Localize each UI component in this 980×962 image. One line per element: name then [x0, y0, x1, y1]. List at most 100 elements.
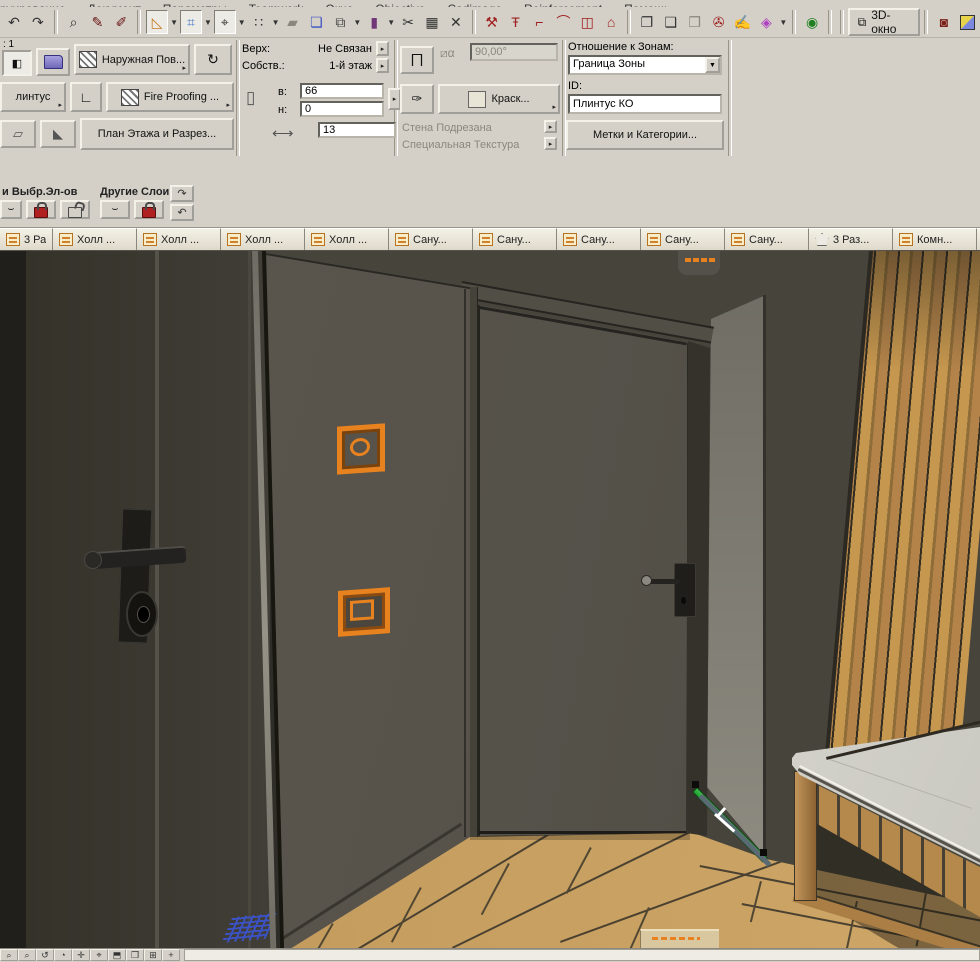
view-tab[interactable]: Холл ...: [53, 228, 137, 250]
layers-icon[interactable]: ⧉: [329, 10, 352, 34]
center-door-handle-plate[interactable]: [674, 563, 696, 617]
sprinkler-tool-icon[interactable]: Ŧ: [504, 10, 527, 34]
dropdown-arrow-icon[interactable]: ▼: [778, 10, 788, 34]
horizontal-scrollbar[interactable]: [184, 949, 980, 961]
dropdown-arrow-icon[interactable]: ▼: [271, 10, 281, 34]
zone-relation-select[interactable]: Граница Зоны ▼: [568, 55, 722, 75]
wall-shape-straight-button[interactable]: ▱: [0, 120, 36, 148]
kraska-button[interactable]: Краск... ▸: [438, 84, 560, 114]
wall-socket[interactable]: [337, 423, 385, 475]
dropdown-arrow-icon[interactable]: ▼: [386, 10, 396, 34]
bench-leg[interactable]: [794, 771, 817, 901]
trace-reference-icon[interactable]: ▰: [281, 10, 304, 34]
view-tab[interactable]: Сану...: [389, 228, 473, 250]
schedule-icon[interactable]: ▦: [421, 10, 443, 34]
snap-guides-toggle[interactable]: ⌗: [180, 10, 202, 34]
add-view-icon[interactable]: +: [162, 949, 180, 961]
view-tab[interactable]: Холл ...: [137, 228, 221, 250]
width-field[interactable]: [318, 122, 396, 138]
dropdown-arrow-icon[interactable]: ▼: [237, 10, 247, 34]
base-field[interactable]: [300, 101, 384, 117]
paint-bucket-button[interactable]: ◧: [2, 50, 32, 76]
view-tab[interactable]: Сану...: [725, 228, 809, 250]
view-tab[interactable]: Сану...: [473, 228, 557, 250]
note-icon[interactable]: ✍: [731, 10, 754, 34]
grid-icon[interactable]: ⊞: [144, 949, 162, 961]
previous-zoom-icon[interactable]: ↺: [36, 949, 54, 961]
pin-icon[interactable]: ✇: [707, 10, 730, 34]
wall-trimmed-arrow-button[interactable]: ▸: [544, 120, 557, 133]
layers-redo-button[interactable]: ↷: [170, 185, 194, 202]
guide-lines-toggle[interactable]: ◺: [146, 10, 169, 34]
tags-categories-button[interactable]: Метки и Категории...: [566, 120, 724, 150]
unlock-layer-button[interactable]: [60, 200, 90, 219]
id-field[interactable]: [568, 94, 722, 114]
fire-proofing-button[interactable]: Fire Proofing ... ▸: [106, 82, 234, 112]
view-tab[interactable]: Сану...: [641, 228, 725, 250]
view-tab[interactable]: Холл ...: [305, 228, 389, 250]
marquee-tool-icon[interactable]: ◫: [576, 10, 599, 34]
flip-button[interactable]: ↻: [194, 44, 232, 75]
dropdown-arrow-icon[interactable]: ▼: [352, 10, 362, 34]
solid-intersect-icon[interactable]: ❒: [683, 10, 706, 34]
undo-icon[interactable]: ↶: [3, 10, 25, 34]
hammer-tool-icon[interactable]: ⚒: [480, 10, 503, 34]
pan-icon[interactable]: ✛: [72, 949, 90, 961]
dropdown-arrow-icon[interactable]: ▼: [169, 10, 179, 34]
outer-surface-button[interactable]: Наружная Пов... ▸: [74, 44, 190, 75]
fit-in-window-icon[interactable]: ❒: [126, 949, 144, 961]
dropdown-arrow-icon[interactable]: ▼: [705, 57, 720, 73]
show-layer-button[interactable]: ⌣: [0, 200, 22, 219]
solid-union-icon[interactable]: ❐: [635, 10, 658, 34]
view-tab[interactable]: Холл ...: [221, 228, 305, 250]
cube-icon[interactable]: [956, 10, 979, 34]
reference-line-button[interactable]: ∟: [70, 82, 102, 112]
arc-tool-icon[interactable]: ⌒: [552, 10, 575, 34]
target-icon[interactable]: ◉: [801, 10, 824, 34]
view-tab[interactable]: Комн...: [893, 228, 977, 250]
check-model-icon[interactable]: ◈: [755, 10, 778, 34]
cursor-snap-toggle[interactable]: ⌖: [213, 10, 236, 34]
vent-marker[interactable]: [678, 251, 720, 275]
layers-undo-button[interactable]: ↶: [170, 204, 194, 221]
wall-top-button[interactable]: ⨅: [400, 46, 434, 74]
virtual-trace-icon[interactable]: ❏: [305, 10, 328, 34]
home-story-arrow-button[interactable]: ▸: [376, 58, 389, 73]
solid-subtract-icon[interactable]: ❑: [659, 10, 682, 34]
selection-handle[interactable]: [692, 781, 699, 788]
floor-plan-section-button[interactable]: План Этажа и Разрез...: [80, 118, 234, 150]
3d-viewport[interactable]: [0, 250, 980, 949]
view-tab[interactable]: Сану...: [557, 228, 641, 250]
redo-icon[interactable]: ↷: [26, 10, 49, 34]
zoom-in-icon[interactable]: ⌕: [18, 949, 36, 961]
close-icon[interactable]: ✕: [444, 10, 467, 34]
zoom-icon[interactable]: ⌕: [62, 10, 85, 34]
3d-window-button[interactable]: ⧉ 3D-окно: [847, 8, 921, 36]
height-field[interactable]: [300, 83, 384, 99]
explore-icon[interactable]: ⌖: [90, 949, 108, 961]
roof-tool-icon[interactable]: ⌂: [600, 10, 623, 34]
view-tab[interactable]: 3 Раз...: [809, 228, 893, 250]
special-texture-arrow-button[interactable]: ▸: [544, 137, 557, 150]
look-to-icon[interactable]: ⬒: [108, 949, 126, 961]
view-tab[interactable]: 3 Ра...: [0, 228, 53, 250]
selection-handle[interactable]: [760, 849, 767, 856]
zoom-out-icon[interactable]: ⌕: [0, 949, 18, 961]
camera-icon[interactable]: ◙: [933, 10, 955, 34]
hide-other-layers-button[interactable]: ⌣: [100, 200, 130, 219]
orbit-icon[interactable]: ◔: [54, 949, 72, 961]
plintus-favorite-button[interactable]: линтус ▸: [0, 82, 66, 112]
lock-layer-button[interactable]: [26, 200, 56, 219]
angle-field[interactable]: [470, 43, 558, 61]
grid-snap-toggle[interactable]: ∷: [247, 10, 270, 34]
inject-parameters-icon[interactable]: ✐: [110, 10, 133, 34]
paint-brush-button[interactable]: ✑: [400, 84, 434, 114]
top-link-arrow-button[interactable]: ▸: [376, 41, 389, 56]
lock-other-layers-button[interactable]: [134, 200, 164, 219]
wall-switch[interactable]: [338, 587, 390, 637]
dropdown-arrow-icon[interactable]: ▼: [203, 10, 213, 34]
menu-bar[interactable]: руированиеДокументПараметрыTeamworkОкноO…: [0, 0, 980, 7]
favorites-icon[interactable]: ▮: [363, 10, 386, 34]
wall-shape-poly-button[interactable]: ◣: [40, 120, 76, 148]
measure-icon[interactable]: ✂: [397, 10, 420, 34]
